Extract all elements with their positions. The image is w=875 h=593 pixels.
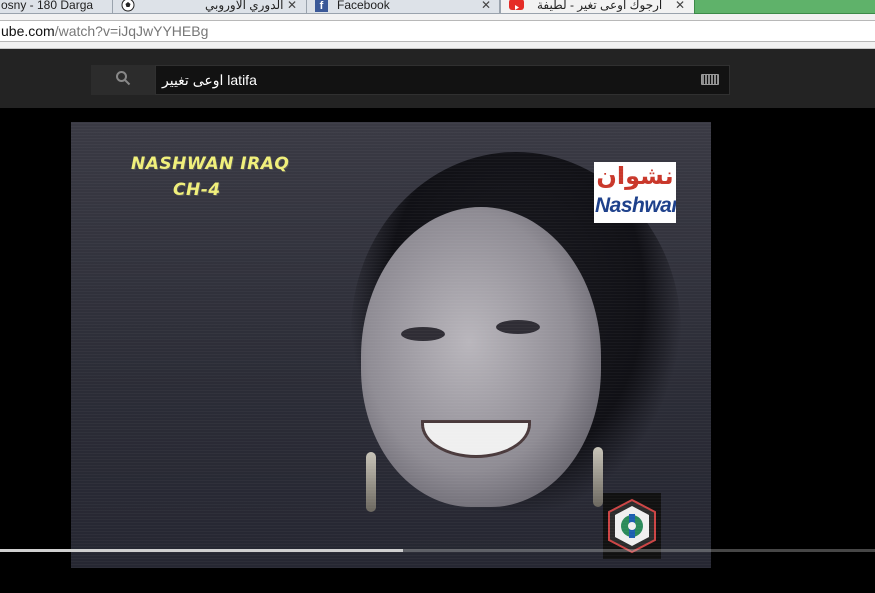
browser-tab-strip: osny - 180 Darga الدوري الاوروبي ✕ f Fac… [0, 0, 875, 14]
url-field[interactable]: ube.com/watch?v=iJqJwYYHEBg [0, 20, 875, 42]
tab-label: الدوري الاوروبي [205, 0, 284, 12]
logo-arabic-text: نشوان [596, 162, 674, 190]
video-detail [401, 327, 445, 341]
youtube-icon [509, 0, 524, 10]
video-progress-fill [0, 549, 403, 552]
search-query: اوعى تغيير latifa [162, 72, 257, 88]
earring [366, 452, 376, 512]
close-icon[interactable]: ✕ [287, 0, 297, 13]
tab-label: ارجوك اوعى تغير - لطيفة [537, 0, 663, 12]
tab-facebook[interactable]: f Facebook ✕ [306, 0, 500, 14]
address-bar: ube.com/watch?v=iJqJwYYHEBg [0, 14, 875, 49]
tab-label: Facebook [337, 0, 390, 12]
search-input[interactable]: اوعى تغيير latifa [155, 65, 730, 95]
nashwan-logo: نشوان Nashwan [594, 162, 676, 223]
url-host: ube.com [1, 23, 55, 39]
video-frame[interactable]: NASHWAN IRAQ CH-4 نشوان Nashwan [71, 122, 711, 568]
keyboard-icon[interactable] [701, 74, 719, 85]
facebook-icon: f [315, 0, 328, 12]
soccer-ball-icon [121, 0, 135, 13]
singer-face [361, 207, 601, 507]
new-tab-button[interactable] [694, 0, 875, 14]
tab-label: osny - 180 Darga [1, 0, 94, 12]
logo-english-text: Nashwan [595, 194, 676, 217]
url-path: /watch?v=iJqJwYYHEBg [54, 23, 209, 39]
search-icon [115, 70, 131, 91]
tab-osny[interactable]: osny - 180 Darga [0, 0, 114, 14]
earring [593, 447, 603, 507]
youtube-masthead: اوعى تغيير latifa [0, 49, 875, 108]
channel-watermark-sub: CH-4 [173, 180, 221, 200]
channel-watermark: NASHWAN IRAQ [131, 154, 290, 174]
search-button[interactable] [91, 65, 155, 95]
close-icon[interactable]: ✕ [481, 0, 491, 13]
tab-european-league[interactable]: الدوري الاوروبي ✕ [112, 0, 308, 14]
video-detail [496, 320, 540, 334]
video-player[interactable]: NASHWAN IRAQ CH-4 نشوان Nashwan [0, 108, 875, 593]
close-icon[interactable]: ✕ [675, 0, 685, 13]
video-progress-bar[interactable] [0, 549, 875, 552]
tab-youtube-latifa[interactable]: ارجوك اوعى تغير - لطيفة ✕ [500, 0, 696, 14]
